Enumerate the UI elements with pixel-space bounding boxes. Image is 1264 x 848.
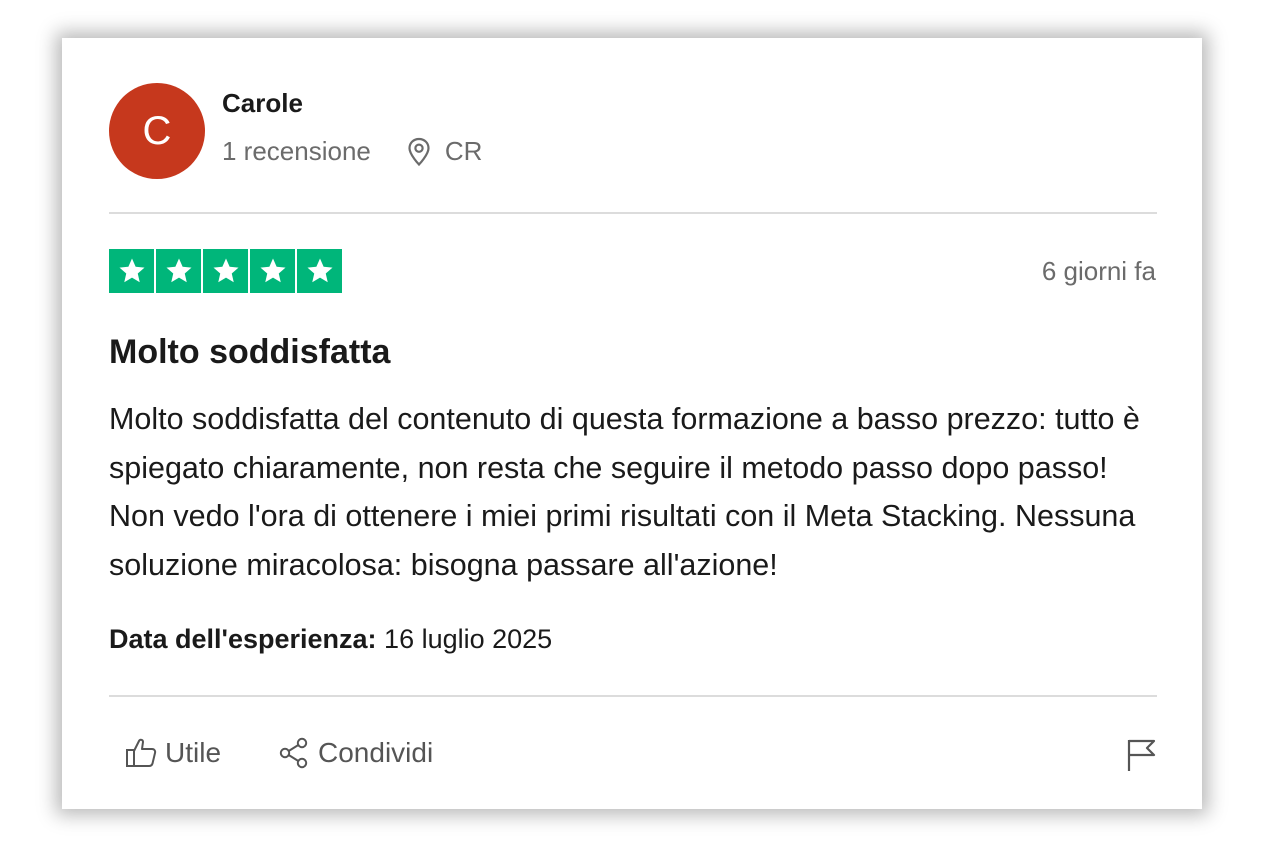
review-card: C Carole 1 recensione CR 6 giorni fa Mol… bbox=[62, 38, 1202, 809]
useful-button[interactable]: Utile bbox=[125, 737, 221, 769]
page: C Carole 1 recensione CR 6 giorni fa Mol… bbox=[0, 0, 1264, 848]
flag-icon bbox=[1127, 739, 1156, 771]
divider bbox=[109, 212, 1157, 214]
location-pin-icon bbox=[408, 137, 430, 166]
experience-date-label: Data dell'esperienza: bbox=[109, 624, 377, 654]
experience-date-value: 16 luglio 2025 bbox=[384, 624, 553, 654]
review-body: Molto soddisfatta del contenuto di quest… bbox=[109, 402, 1140, 582]
share-icon bbox=[279, 737, 308, 769]
star-icon bbox=[203, 249, 248, 293]
useful-label: Utile bbox=[165, 737, 222, 768]
star-icon bbox=[297, 249, 342, 293]
star-icon bbox=[250, 249, 295, 293]
report-button[interactable] bbox=[1126, 737, 1158, 778]
avatar[interactable]: C bbox=[109, 83, 205, 179]
star-icon bbox=[109, 249, 154, 293]
share-button[interactable]: Condividi bbox=[278, 737, 433, 769]
experience-date: Data dell'esperienza: 16 luglio 2025 bbox=[109, 624, 552, 655]
divider bbox=[109, 695, 1157, 697]
review-title[interactable]: Molto soddisfatta bbox=[109, 333, 390, 372]
review-count: 1 recensione bbox=[222, 136, 371, 166]
star-rating bbox=[109, 249, 342, 293]
reviewer-meta: 1 recensione CR bbox=[222, 136, 482, 167]
thumbs-up-icon bbox=[126, 738, 157, 767]
reviewer-name[interactable]: Carole bbox=[222, 88, 303, 119]
share-label: Condividi bbox=[318, 737, 434, 768]
star-icon bbox=[156, 249, 201, 293]
review-date: 6 giorni fa bbox=[1041, 256, 1156, 286]
location-code: CR bbox=[444, 136, 483, 166]
reviewer-location: CR bbox=[407, 136, 483, 167]
